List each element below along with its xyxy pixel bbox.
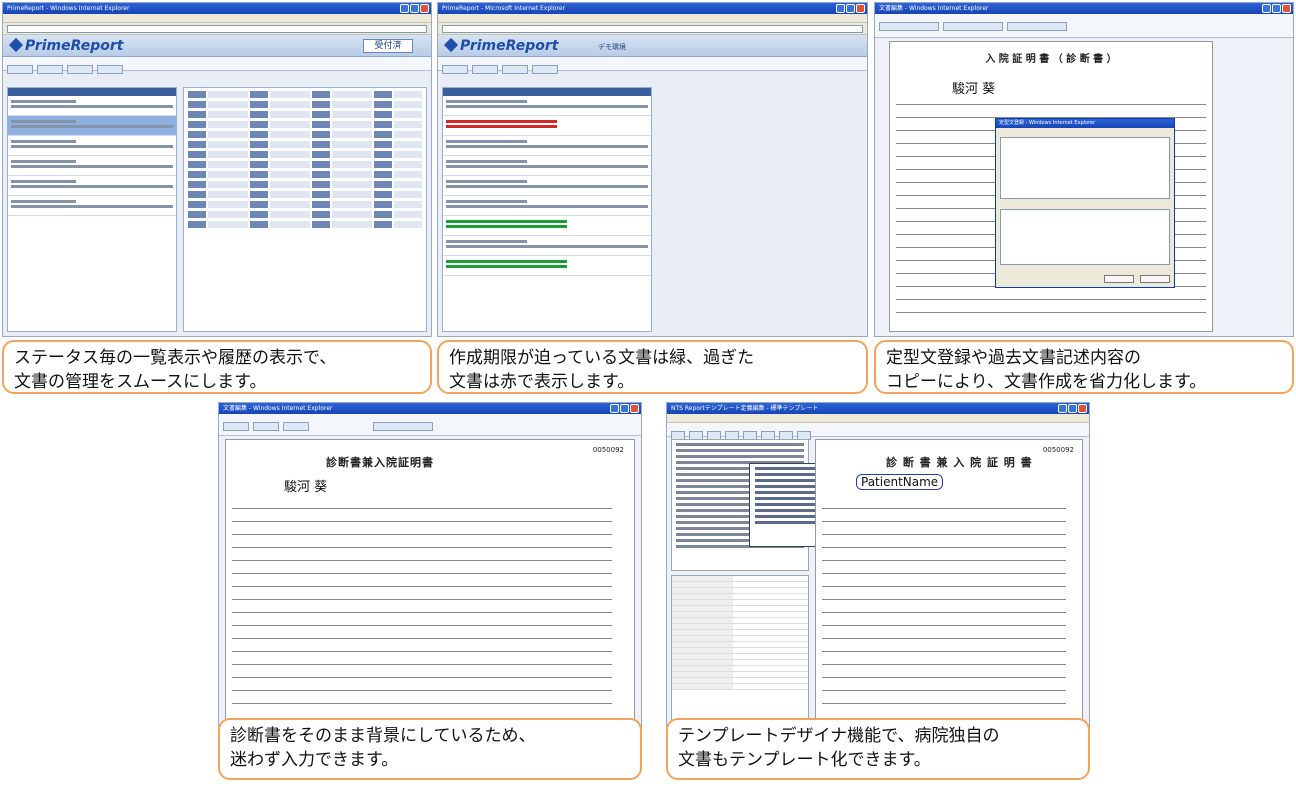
document-title: 診 断 書 兼 入 院 証 明 書 bbox=[886, 456, 1033, 469]
placeholder-field[interactable]: PatientName bbox=[856, 474, 944, 490]
screenshot-deadline-list: PrimeReport - Microsoft Internet Explore… bbox=[437, 2, 868, 337]
list-item[interactable] bbox=[8, 196, 176, 216]
caption-deadline-colors: 作成期限が迫っている文書は緑、過ぎた 文書は赤で表示します。 bbox=[437, 340, 868, 394]
patient-name-field[interactable]: 駿河 葵 bbox=[284, 476, 327, 495]
window-title-bar: 文書編集 - Windows Internet Explorer bbox=[219, 403, 641, 414]
list-item-near-deadline[interactable] bbox=[443, 216, 651, 236]
list-item[interactable] bbox=[443, 96, 651, 116]
document-list bbox=[7, 87, 177, 332]
close-icon[interactable] bbox=[1282, 4, 1291, 13]
address-bar bbox=[438, 23, 867, 35]
certificate-form: 診断書兼入院証明書 0050092 駿河 葵 bbox=[225, 439, 635, 723]
list-item[interactable] bbox=[8, 156, 176, 176]
window-title: 文書編集 - Windows Internet Explorer bbox=[223, 405, 333, 412]
caption-template-text: 定型文登録や過去文書記述内容の コピーにより、文書作成を省力化します。 bbox=[874, 340, 1294, 394]
screenshot-document-editor: 文書編集 - Windows Internet Explorer 入 院 証 明… bbox=[874, 2, 1294, 337]
document-title: 診断書兼入院証明書 bbox=[326, 456, 434, 469]
window-title-bar: PrimeReport - Microsoft Internet Explore… bbox=[438, 3, 867, 14]
screenshot-template-designer: NTS Reportテンプレート定義編集 - 標準テンプレート 診 断 書 兼 … bbox=[666, 402, 1090, 728]
app-logo: PrimeReport bbox=[8, 37, 123, 54]
deadline-document-list bbox=[442, 87, 652, 332]
editor-toolbar bbox=[875, 14, 1293, 38]
list-item[interactable] bbox=[8, 116, 176, 136]
list-item-near-deadline[interactable] bbox=[443, 256, 651, 276]
status-button[interactable]: 受付済 bbox=[363, 39, 413, 53]
caption-template-designer: テンプレートデザイナ機能で、病院独自の 文書もテンプレート化できます。 bbox=[666, 718, 1090, 780]
patient-name: 駿河 葵 bbox=[952, 82, 996, 97]
caption-form-background: 診断書をそのまま背景にしているため、 迷わず入力できます。 bbox=[218, 718, 642, 780]
panel-template-designer: NTS Reportテンプレート定義編集 - 標準テンプレート 診 断 書 兼 … bbox=[666, 402, 1090, 780]
list-item[interactable] bbox=[443, 156, 651, 176]
mode-label: デモ環境 bbox=[598, 43, 626, 51]
list-item[interactable] bbox=[8, 176, 176, 196]
filter-toolbar bbox=[438, 57, 867, 74]
close-icon[interactable] bbox=[630, 404, 639, 413]
list-item-overdue[interactable] bbox=[443, 116, 651, 136]
editor-toolbar bbox=[219, 414, 641, 436]
feature-collage: PrimeReport - Windows Internet Explorer … bbox=[0, 0, 1296, 791]
window-title: NTS Reportテンプレート定義編集 - 標準テンプレート bbox=[671, 405, 819, 412]
list-item[interactable] bbox=[8, 136, 176, 156]
menu-bar bbox=[3, 14, 431, 23]
app-header: PrimeReport 受付済 bbox=[3, 35, 431, 57]
template-text-input[interactable] bbox=[1000, 137, 1170, 199]
window-title: 文書編集 - Windows Internet Explorer bbox=[879, 5, 989, 12]
insert-element-menu[interactable] bbox=[749, 463, 823, 547]
list-item[interactable] bbox=[443, 236, 651, 256]
list-item[interactable] bbox=[443, 196, 651, 216]
template-text-dialog: 定型文登録 - Windows Internet Explorer bbox=[995, 118, 1175, 288]
close-icon[interactable] bbox=[420, 4, 429, 13]
close-icon[interactable] bbox=[1078, 404, 1087, 413]
address-bar bbox=[3, 23, 431, 35]
window-title: PrimeReport - Microsoft Internet Explore… bbox=[442, 5, 565, 12]
close-button[interactable] bbox=[1140, 275, 1170, 283]
panel-form-background: 文書編集 - Windows Internet Explorer 診断書兼入院証… bbox=[218, 402, 642, 780]
designer-toolbar bbox=[667, 423, 1089, 440]
app-header: PrimeReport デモ環境 bbox=[438, 35, 867, 57]
app-logo: PrimeReport bbox=[443, 37, 558, 54]
panel-document-list: PrimeReport - Windows Internet Explorer … bbox=[2, 2, 432, 394]
document-title: 入 院 証 明 書 （ 診 断 書 ） bbox=[985, 54, 1117, 65]
window-title: PrimeReport - Windows Internet Explorer bbox=[7, 5, 130, 12]
screenshot-document-list: PrimeReport - Windows Internet Explorer … bbox=[2, 2, 432, 337]
menu-bar bbox=[438, 14, 867, 23]
ok-button[interactable] bbox=[1104, 275, 1134, 283]
list-item[interactable] bbox=[443, 176, 651, 196]
panel-deadline-colors: PrimeReport - Microsoft Internet Explore… bbox=[437, 2, 868, 394]
document-number: 0050092 bbox=[592, 446, 624, 454]
template-list[interactable] bbox=[1000, 209, 1170, 265]
list-item[interactable] bbox=[8, 96, 176, 116]
panel-template-text: 文書編集 - Windows Internet Explorer 入 院 証 明… bbox=[874, 2, 1294, 394]
list-item[interactable] bbox=[443, 136, 651, 156]
template-canvas: 診 断 書 兼 入 院 証 明 書 0050092 PatientName bbox=[815, 439, 1083, 723]
property-grid[interactable] bbox=[671, 575, 809, 723]
window-title-bar: NTS Reportテンプレート定義編集 - 標準テンプレート bbox=[667, 403, 1089, 414]
document-detail bbox=[183, 87, 427, 332]
screenshot-form-input: 文書編集 - Windows Internet Explorer 診断書兼入院証… bbox=[218, 402, 642, 728]
document-number: 0050092 bbox=[1042, 446, 1074, 454]
filter-toolbar bbox=[3, 57, 431, 74]
close-icon[interactable] bbox=[856, 4, 865, 13]
menu-bar bbox=[667, 414, 1089, 423]
window-title-bar: PrimeReport - Windows Internet Explorer bbox=[3, 3, 431, 14]
caption-document-list: ステータス毎の一覧表示や履歴の表示で、 文書の管理をスムースにします。 bbox=[2, 340, 432, 394]
window-title-bar: 文書編集 - Windows Internet Explorer bbox=[875, 3, 1293, 14]
